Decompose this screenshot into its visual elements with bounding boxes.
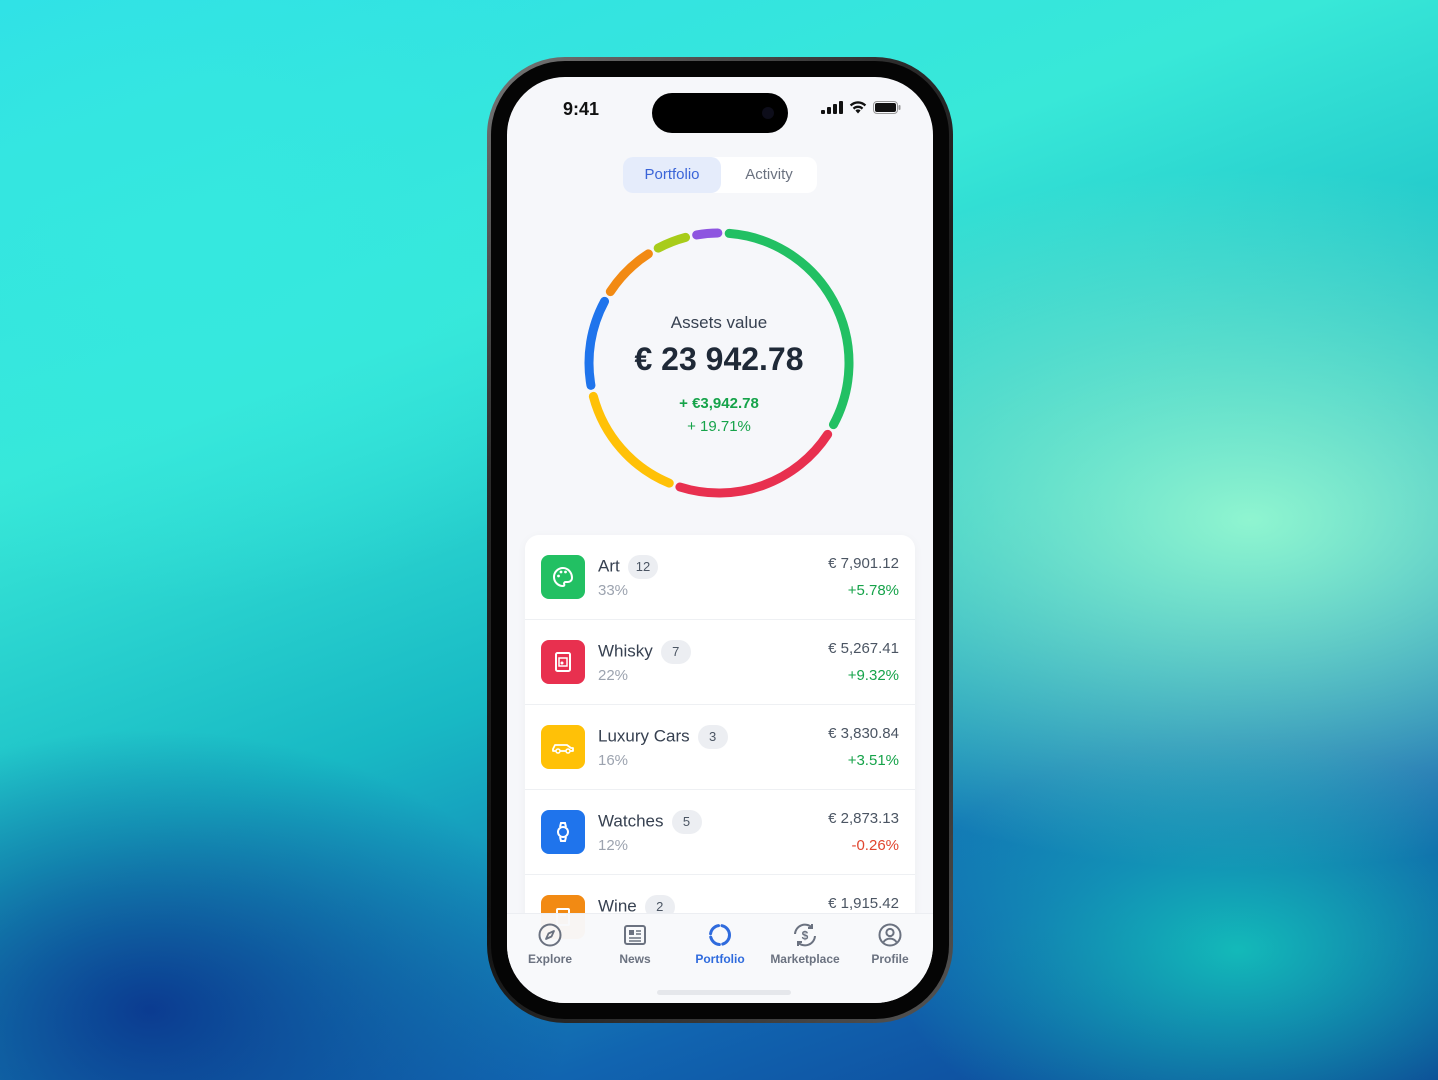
asset-name: Art 12 bbox=[598, 555, 659, 579]
status-bar: 9:41 bbox=[507, 77, 933, 133]
asset-share: 22% bbox=[598, 667, 629, 684]
portfolio-ring-icon bbox=[709, 924, 731, 946]
tab-explore-label: Explore bbox=[527, 952, 572, 966]
asset-change: +3.51% bbox=[847, 752, 899, 769]
asset-amount: € 7,901.12 bbox=[828, 555, 899, 572]
tab-profile[interactable]: Profile bbox=[847, 922, 933, 966]
wifi-icon bbox=[849, 101, 867, 114]
bottom-tab-bar: Explore News Portfolio $ Marketplace Pro… bbox=[507, 913, 933, 1003]
asset-amount: € 1,915.42 bbox=[828, 895, 899, 912]
asset-icon-tile bbox=[541, 555, 585, 599]
tab-news[interactable]: News bbox=[592, 922, 678, 966]
compass-icon bbox=[538, 923, 562, 947]
asset-amount: € 3,830.84 bbox=[828, 725, 899, 742]
svg-text:$: $ bbox=[802, 929, 809, 943]
newspaper-icon bbox=[624, 925, 646, 945]
asset-amount: € 5,267.41 bbox=[828, 640, 899, 657]
asset-change: -0.26% bbox=[851, 837, 899, 854]
tab-activity[interactable]: Activity bbox=[721, 157, 817, 193]
home-indicator bbox=[657, 990, 791, 995]
asset-icon-tile bbox=[541, 810, 585, 854]
tab-portfolio-label: Portfolio bbox=[695, 952, 745, 966]
assets-value: € 23 942.78 bbox=[634, 341, 804, 377]
asset-count-badge: 7 bbox=[660, 640, 691, 664]
asset-count-badge: 12 bbox=[627, 555, 659, 579]
asset-share: 16% bbox=[598, 752, 629, 769]
exchange-icon: $ bbox=[794, 923, 816, 947]
asset-count-badge: 5 bbox=[671, 810, 702, 834]
asset-list: Art 12 33% € 7,901.12 +5.78% Whisky 7 22% € 5,26… bbox=[525, 535, 915, 960]
tab-portfolio-nav[interactable]: Portfolio bbox=[677, 922, 763, 966]
battery-icon bbox=[873, 101, 901, 114]
asset-change: +9.32% bbox=[847, 667, 899, 684]
asset-change: +5.78% bbox=[847, 582, 899, 599]
watch-icon bbox=[551, 820, 575, 844]
tab-explore[interactable]: Explore bbox=[507, 922, 593, 966]
asset-row[interactable]: Art 12 33% € 7,901.12 +5.78% bbox=[525, 535, 915, 620]
asset-amount: € 2,873.13 bbox=[828, 810, 899, 827]
asset-name: Luxury Cars 3 bbox=[598, 725, 728, 749]
asset-name: Whisky 7 bbox=[598, 640, 691, 664]
palette-icon bbox=[551, 565, 575, 589]
tab-marketplace-label: Marketplace bbox=[770, 952, 840, 966]
tab-profile-label: Profile bbox=[871, 952, 909, 966]
view-switcher: Portfolio Activity bbox=[623, 157, 817, 193]
phone-frame: 9:41 Portfolio Activity Assets value € 2… bbox=[487, 57, 953, 1023]
bottle-icon bbox=[551, 650, 575, 674]
tab-marketplace[interactable]: $ Marketplace bbox=[762, 922, 848, 966]
asset-name: Watches 5 bbox=[598, 810, 702, 834]
tab-news-label: News bbox=[619, 952, 651, 966]
asset-count-badge: 3 bbox=[697, 725, 728, 749]
asset-row[interactable]: Whisky 7 22% € 5,267.41 +9.32% bbox=[525, 620, 915, 705]
asset-icon-tile bbox=[541, 640, 585, 684]
assets-value-label: Assets value bbox=[670, 313, 768, 332]
asset-share: 33% bbox=[598, 582, 629, 599]
asset-row[interactable]: Luxury Cars 3 16% € 3,830.84 +3.51% bbox=[525, 705, 915, 790]
signal-icon bbox=[821, 101, 843, 114]
status-time: 9:41 bbox=[563, 99, 600, 119]
asset-icon-tile bbox=[541, 725, 585, 769]
assets-change-percent: + 19.71% bbox=[687, 418, 751, 435]
app-screen: 9:41 Portfolio Activity Assets value € 2… bbox=[507, 77, 933, 1003]
asset-row[interactable]: Watches 5 12% € 2,873.13 -0.26% bbox=[525, 790, 915, 875]
assets-change-amount: + €3,942.78 bbox=[679, 395, 759, 412]
car-icon bbox=[550, 735, 576, 759]
asset-share: 12% bbox=[598, 837, 629, 854]
user-circle-icon bbox=[878, 923, 902, 947]
dynamic-island bbox=[652, 93, 788, 133]
tab-portfolio[interactable]: Portfolio bbox=[623, 157, 721, 193]
assets-summary: Assets value € 23 942.78 + €3,942.78 + 1… bbox=[581, 225, 857, 501]
